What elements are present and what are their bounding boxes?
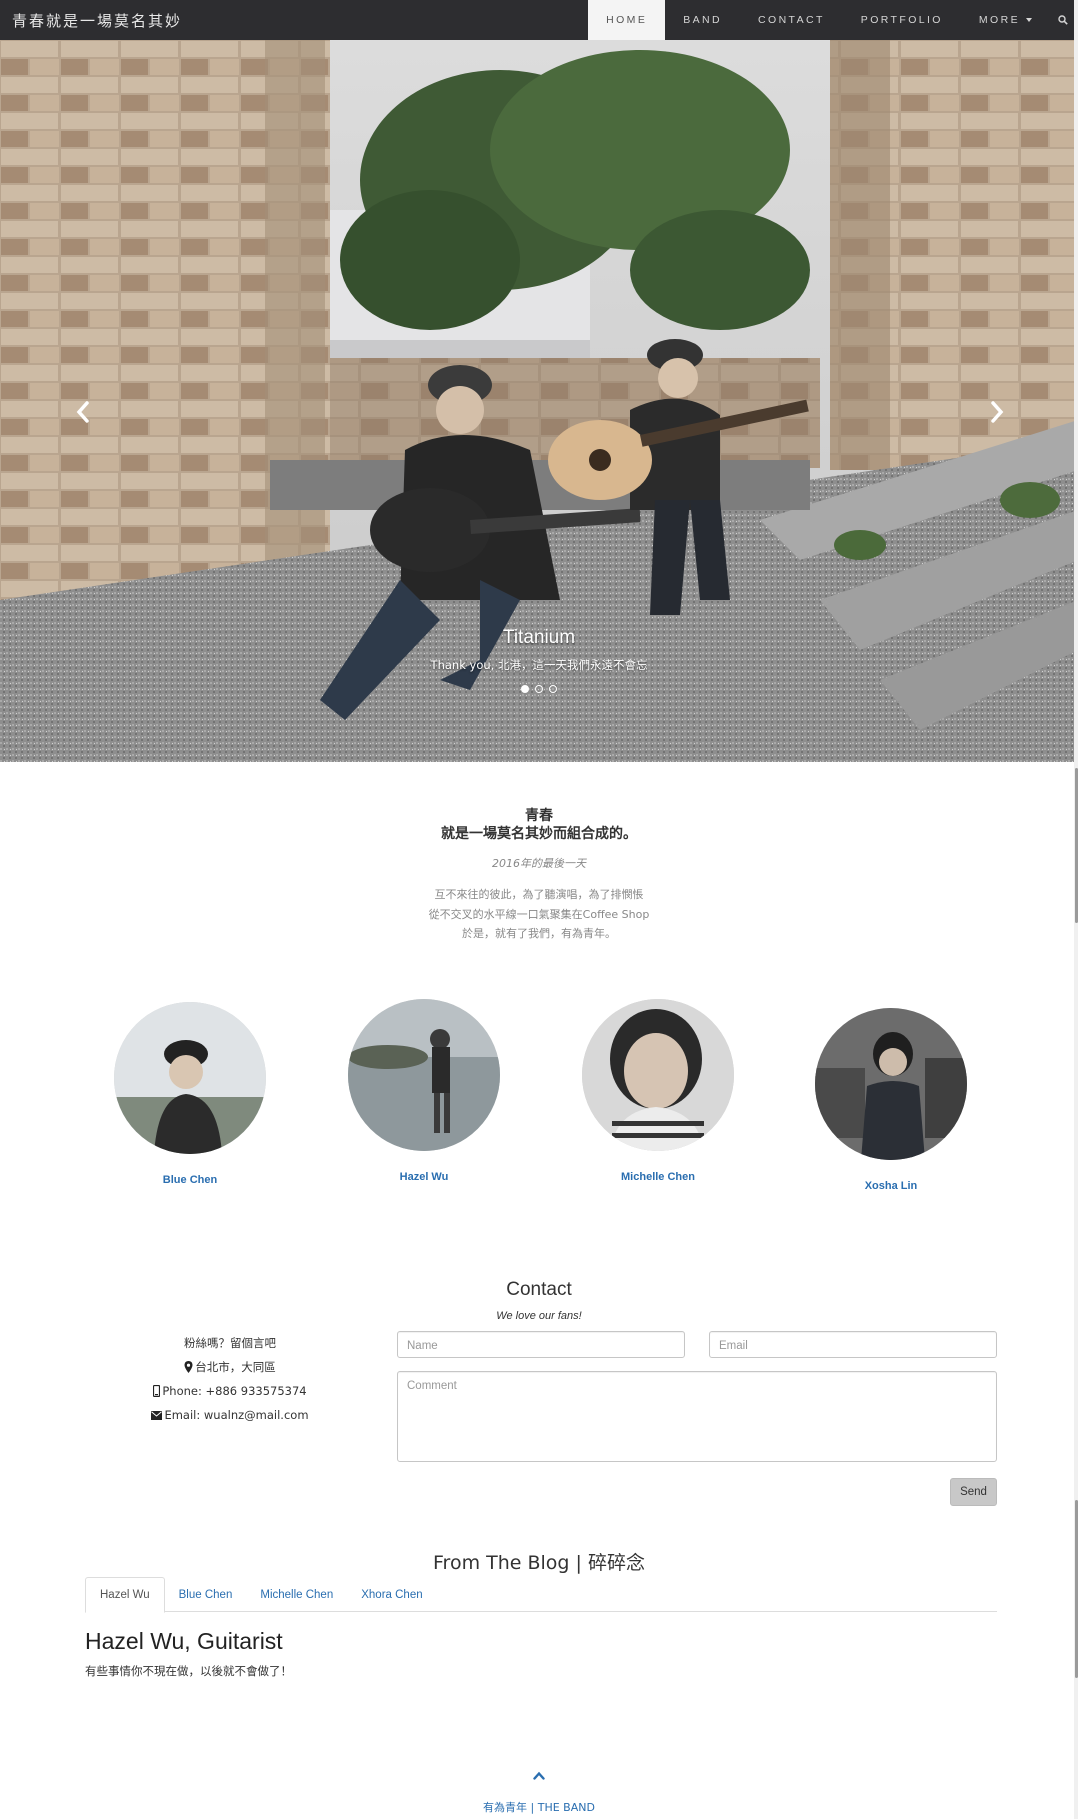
carousel-indicator[interactable] <box>549 685 557 693</box>
nav-more-label: MORE <box>978 14 1020 26</box>
blog-post-heading: Hazel Wu, Guitarist <box>85 1628 283 1654</box>
email-field[interactable]: Email <box>709 1331 997 1358</box>
contact-email: Email: wualnz@mail.com <box>164 1408 309 1422</box>
intro-section: 青春 就是一場莫名其妙而組合成的。 2016年的最後一天 互不來往的彼此，為了聽… <box>0 807 1078 944</box>
contact-location: 台北市，大同區 <box>195 1360 276 1374</box>
intro-paragraph-line: 從不交叉的水平線一口氣聚集在Coffee Shop <box>428 907 650 921</box>
tab-hazel-wu[interactable]: Hazel Wu <box>85 1577 165 1613</box>
member-avatar[interactable] <box>582 999 734 1151</box>
name-field[interactable]: Name <box>397 1331 685 1358</box>
member-avatar[interactable] <box>348 999 500 1151</box>
member-card: Blue Chen <box>90 1002 290 1186</box>
carousel-indicator[interactable] <box>535 685 543 693</box>
intro-paragraph-line: 於是，就有了我們，有為青年。 <box>462 927 616 940</box>
search-icon <box>1058 15 1068 25</box>
phone-icon <box>153 1385 161 1397</box>
member-name-link[interactable]: Blue Chen <box>90 1174 290 1186</box>
intro-date: 2016年的最後一天 <box>492 857 586 870</box>
map-marker-icon <box>184 1361 193 1373</box>
member-name-link[interactable]: Michelle Chen <box>558 1171 758 1183</box>
contact-phone: Phone: +886 933575374 <box>162 1384 307 1398</box>
nav-item-portfolio[interactable]: PORTFOLIO <box>843 0 961 40</box>
blog-title: From The Blog | 碎碎念 <box>433 1552 645 1574</box>
tab-xhora-chen[interactable]: Xhora Chen <box>347 1577 436 1612</box>
tab-michelle-chen[interactable]: Michelle Chen <box>246 1577 347 1612</box>
brand-title[interactable]: 青春就是一場莫名其妙 <box>0 10 588 31</box>
carousel-caption-title: Titanium <box>502 627 576 648</box>
chevron-right-icon <box>991 401 1004 423</box>
comment-textarea[interactable]: Comment <box>397 1371 997 1462</box>
envelope-icon <box>151 1410 163 1420</box>
intro-heading-line1: 青春 <box>525 808 553 824</box>
member-card: Michelle Chen <box>558 999 758 1183</box>
footer-link[interactable]: 有為青年 | THE BAND <box>0 1799 1078 1815</box>
nav-item-band[interactable]: BAND <box>665 0 740 40</box>
nav-item-more[interactable]: MORE <box>961 0 1050 40</box>
blog-post-text: 有些事情你不現在做，以後就不會做了！ <box>85 1664 292 1678</box>
carousel-prev-button[interactable] <box>63 392 103 432</box>
carousel-indicator[interactable] <box>521 685 529 693</box>
nav-item-home[interactable]: HOME <box>588 0 666 40</box>
intro-heading-line2: 就是一場莫名其妙而組合成的。 <box>441 826 637 842</box>
member-name-link[interactable]: Hazel Wu <box>324 1171 524 1183</box>
hero-photo <box>0 40 1078 762</box>
contact-title: Contact <box>506 1279 572 1300</box>
contact-intro: 粉絲嗎？留個言吧 <box>184 1336 276 1350</box>
caret-down-icon <box>1026 18 1032 22</box>
member-card: Xosha Lin <box>791 1008 991 1192</box>
blog-tabs: Hazel Wu Blue Chen Michelle Chen Xhora C… <box>85 1577 997 1613</box>
member-name-link[interactable]: Xosha Lin <box>791 1180 991 1192</box>
member-avatar[interactable] <box>114 1002 266 1154</box>
intro-paragraph-line: 互不來往的彼此，為了聽演唱，為了排憫悵 <box>434 888 644 901</box>
carousel-caption-subtitle: Thank you, 北港，這一天我們永遠不會忘 <box>430 658 648 672</box>
chevron-left-icon <box>76 401 89 423</box>
send-button[interactable]: Send <box>950 1478 997 1506</box>
member-avatar[interactable] <box>815 1008 967 1160</box>
tab-blue-chen[interactable]: Blue Chen <box>165 1577 247 1612</box>
nav-item-contact[interactable]: CONTACT <box>740 0 843 40</box>
carousel-indicators <box>0 685 1078 693</box>
carousel-next-button[interactable] <box>977 392 1017 432</box>
nav-menu: HOME BAND CONTACT PORTFOLIO MORE <box>588 0 1078 40</box>
hero-carousel <box>0 40 1078 762</box>
contact-subtitle: We love our fans! <box>496 1310 582 1322</box>
chevron-up-icon <box>533 1771 545 1780</box>
navbar: 青春就是一場莫名其妙 HOME BAND CONTACT PORTFOLIO M… <box>0 0 1078 40</box>
back-to-top-button[interactable] <box>528 1766 550 1784</box>
member-card: Hazel Wu <box>324 999 524 1183</box>
contact-info: 粉絲嗎？留個言吧 台北市，大同區 Phone: +886 933575374 E… <box>130 1331 330 1427</box>
